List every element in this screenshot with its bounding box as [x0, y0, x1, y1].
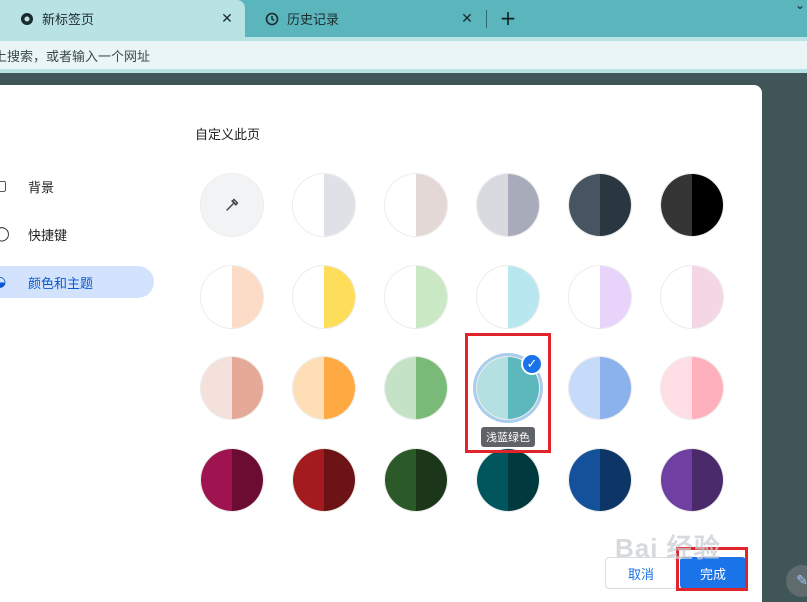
swatch-half-right: [692, 357, 723, 419]
swatch-half-left: [661, 174, 692, 236]
color-swatch[interactable]: [568, 265, 632, 329]
sidebar-item-label: 快捷键: [28, 228, 68, 244]
swatch-half-left: [385, 174, 416, 236]
swatch-half-right: [416, 174, 447, 236]
sidebar-item-colors-themes[interactable]: ◒ 颜色和主题: [0, 266, 154, 298]
tab-separator: [486, 10, 487, 28]
color-swatch[interactable]: [384, 356, 448, 420]
swatch-half-left: [293, 174, 324, 236]
color-swatch[interactable]: [476, 173, 540, 237]
swatch-half-left: [569, 266, 600, 328]
swatch-half-right: [416, 357, 447, 419]
color-swatch[interactable]: [384, 448, 448, 512]
swatch-half-left: [569, 174, 600, 236]
color-swatch[interactable]: [568, 173, 632, 237]
sidebar-item-shortcuts[interactable]: ◯ 快捷键: [0, 218, 67, 250]
swatch-half-right: [416, 449, 447, 511]
color-swatch[interactable]: [200, 448, 264, 512]
swatch-half-right: [692, 449, 723, 511]
swatch-half-right: [508, 449, 539, 511]
watermark: Bai 经验: [615, 533, 721, 563]
swatch-half-left: [477, 449, 508, 511]
sidebar-item-label: 颜色和主题: [28, 276, 94, 292]
swatch-half-right: [692, 266, 723, 328]
new-tab-button[interactable]: +: [496, 6, 520, 30]
swatch-half-right: [508, 266, 539, 328]
background-icon: ▢: [0, 178, 8, 194]
swatch-half-right: [600, 449, 631, 511]
swatch-half-left: [293, 449, 324, 511]
tab-new-tab[interactable]: 新标签页 ✕: [0, 0, 245, 37]
eyedropper-icon: [201, 174, 263, 236]
tab-strip: 新标签页 ✕ 历史记录 ✕ + ⌄: [0, 0, 807, 37]
close-icon[interactable]: ✕: [457, 9, 477, 29]
shortcuts-icon: ◯: [0, 226, 10, 242]
swatch-half-right: [508, 174, 539, 236]
color-swatch[interactable]: [292, 265, 356, 329]
swatch-half-left: [385, 266, 416, 328]
customize-dialog: ▢ 背景 ◯ 快捷键 ◒ 颜色和主题 自定义此页 ✓ 浅蓝绿色 取消 完成: [0, 85, 762, 602]
swatch-half-left: [385, 357, 416, 419]
swatch-half-right: [600, 266, 631, 328]
swatch-half-right: [232, 266, 263, 328]
color-swatch[interactable]: [476, 265, 540, 329]
swatch-half-right: [232, 357, 263, 419]
highlight-box: [465, 333, 551, 453]
swatch-half-left: [661, 266, 692, 328]
swatch-half-left: [201, 357, 232, 419]
omnibox-placeholder: 上搜索，或者输入一个网址: [0, 49, 151, 65]
history-icon: [265, 12, 279, 26]
swatch-half-right: [600, 357, 631, 419]
toolbar: 上搜索，或者输入一个网址: [0, 37, 807, 73]
tab-title: 历史记录: [287, 13, 340, 28]
swatch-half-right: [324, 449, 355, 511]
chevron-down-icon[interactable]: ⌄: [795, 0, 805, 12]
swatch-half-left: [201, 449, 232, 511]
color-swatch[interactable]: [292, 173, 356, 237]
color-swatch[interactable]: [476, 448, 540, 512]
swatch-half-left: [477, 174, 508, 236]
swatch-half-left: [201, 266, 232, 328]
color-swatch[interactable]: [660, 356, 724, 420]
page-title: 自定义此页: [195, 128, 261, 143]
swatch-half-left: [293, 266, 324, 328]
tab-title: 新标签页: [42, 13, 95, 28]
swatch-half-right: [600, 174, 631, 236]
swatch-half-right: [232, 449, 263, 511]
swatch-half-left: [661, 357, 692, 419]
color-swatch[interactable]: [200, 265, 264, 329]
color-swatch[interactable]: [660, 448, 724, 512]
color-swatch[interactable]: [660, 265, 724, 329]
swatch-half-left: [477, 266, 508, 328]
omnibox[interactable]: 上搜索，或者输入一个网址: [0, 41, 807, 69]
swatch-half-left: [385, 449, 416, 511]
swatch-half-right: [324, 174, 355, 236]
new-tab-icon: [20, 12, 34, 26]
swatch-half-right: [324, 266, 355, 328]
custom-color-button[interactable]: [200, 173, 264, 237]
swatch-half-right: [692, 174, 723, 236]
swatch-half-left: [661, 449, 692, 511]
tab-history[interactable]: 历史记录 ✕: [245, 0, 485, 37]
swatch-half-right: [324, 357, 355, 419]
sidebar-item-label: 背景: [28, 180, 55, 196]
color-swatch[interactable]: [384, 173, 448, 237]
close-icon[interactable]: ✕: [217, 9, 237, 29]
sidebar-item-background[interactable]: ▢ 背景: [0, 170, 54, 202]
color-swatch[interactable]: [660, 173, 724, 237]
swatch-half-left: [293, 357, 324, 419]
color-swatch[interactable]: [568, 356, 632, 420]
swatch-half-left: [569, 357, 600, 419]
color-swatch[interactable]: [292, 356, 356, 420]
color-swatch[interactable]: [568, 448, 632, 512]
color-swatch[interactable]: [292, 448, 356, 512]
swatch-half-right: [416, 266, 447, 328]
swatch-half-left: [569, 449, 600, 511]
palette-icon: ◒: [0, 274, 7, 290]
color-swatch[interactable]: [200, 356, 264, 420]
color-swatch[interactable]: [384, 265, 448, 329]
